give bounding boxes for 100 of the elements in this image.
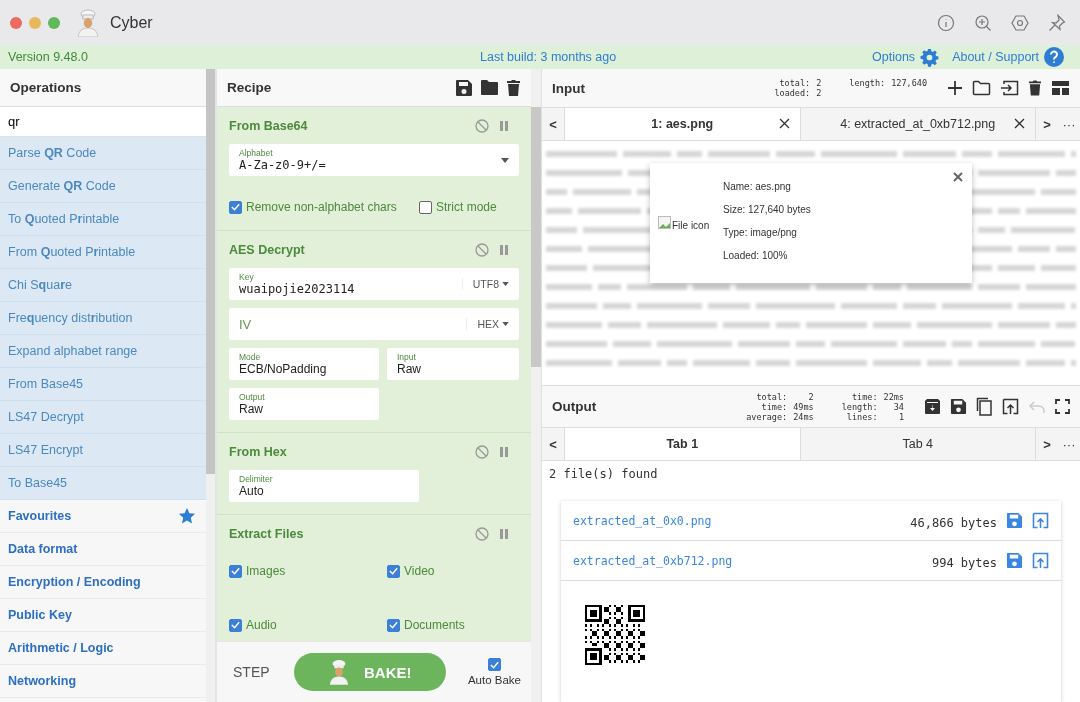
operation-item[interactable]: LS47 Decrypt xyxy=(0,401,206,434)
checkbox[interactable] xyxy=(487,658,501,671)
layout-icon[interactable] xyxy=(1051,80,1070,96)
encoding-dropdown[interactable]: UTF8 xyxy=(461,278,509,290)
input-tab[interactable]: 4: extracted_at_0xb712.png xyxy=(799,108,1036,140)
close-icon[interactable] xyxy=(778,118,790,129)
save-icon[interactable] xyxy=(455,78,473,97)
folder-icon[interactable] xyxy=(972,80,991,96)
input-tab[interactable]: 1: aes.png xyxy=(564,108,800,140)
trash-icon[interactable] xyxy=(506,78,521,97)
category-item[interactable]: Public Key xyxy=(8,608,72,622)
file-link[interactable]: extracted_at_0x0.png xyxy=(573,513,712,528)
info-icon[interactable] xyxy=(937,13,955,32)
operation-item[interactable]: Expand alphabet range xyxy=(0,335,206,368)
disable-icon[interactable] xyxy=(475,445,489,459)
copy-icon[interactable] xyxy=(976,397,993,416)
pin-icon[interactable] xyxy=(1048,13,1066,32)
category-item[interactable]: Arithmetic / Logic xyxy=(8,641,114,655)
field-value: Auto xyxy=(239,484,265,498)
operation-item[interactable]: To Base45 xyxy=(0,467,206,500)
last-build-link[interactable]: Last build: 3 months ago xyxy=(480,50,617,64)
stat-label: lines: xyxy=(846,411,878,422)
operation-item[interactable]: From Base45 xyxy=(0,368,206,401)
operation-item[interactable]: From Quoted Printable xyxy=(0,236,206,269)
plus-icon[interactable] xyxy=(947,80,963,96)
checkbox[interactable] xyxy=(387,618,400,632)
text-field[interactable]: Output Raw xyxy=(229,388,379,420)
pause-icon[interactable] xyxy=(499,528,509,540)
operation-item[interactable]: Parse QR Code xyxy=(0,137,206,170)
scrollbar[interactable] xyxy=(531,107,541,367)
previous-tab-button[interactable]: < xyxy=(542,428,564,460)
previous-tab-button[interactable]: < xyxy=(542,108,564,140)
close-icon[interactable] xyxy=(953,172,963,182)
star-icon[interactable] xyxy=(178,507,196,525)
close-icon[interactable] xyxy=(1014,118,1025,129)
field-label: Delimiter xyxy=(239,474,274,484)
text-field[interactable]: IV HEX xyxy=(229,308,519,340)
zoom-in-icon[interactable] xyxy=(974,13,992,32)
file-link[interactable]: extracted_at_0xb712.png xyxy=(573,553,733,568)
operation-item[interactable]: To Quoted Printable xyxy=(0,203,206,236)
operation-item[interactable]: LS47 Encrypt xyxy=(0,434,206,467)
text-field[interactable]: Mode ECB/NoPadding xyxy=(229,348,379,380)
stat-label: total: xyxy=(755,391,788,402)
checkbox[interactable] xyxy=(229,200,242,214)
pause-icon[interactable] xyxy=(499,120,509,132)
checkbox[interactable] xyxy=(229,564,242,578)
more-button[interactable]: ··· xyxy=(1058,108,1080,140)
operation-item[interactable]: Chi Square xyxy=(0,269,206,302)
text-field[interactable]: Input Raw xyxy=(387,348,519,380)
file-size: 994 bytes xyxy=(931,555,997,570)
next-tab-button[interactable]: > xyxy=(1036,428,1058,460)
operation-title: AES Decrypt xyxy=(229,243,305,257)
caret-icon xyxy=(502,322,509,326)
disable-icon[interactable] xyxy=(475,527,489,541)
close-window-button[interactable] xyxy=(10,16,22,29)
checkbox[interactable] xyxy=(419,200,432,214)
next-tab-button[interactable]: > xyxy=(1036,108,1058,140)
scrollbar[interactable] xyxy=(206,69,215,474)
category-item[interactable]: Encryption / Encoding xyxy=(8,575,141,589)
field-value: ECB/NoPadding xyxy=(239,362,328,376)
text-field[interactable]: Key wuaipojie2023114 UTF8 xyxy=(229,268,519,300)
field-value: Raw xyxy=(397,362,422,376)
checkbox[interactable] xyxy=(387,564,400,578)
help-icon[interactable] xyxy=(1044,47,1064,67)
alphabet-dropdown[interactable]: Alphabet A-Za-z0-9+/= xyxy=(229,144,519,176)
stat-value: 2 xyxy=(816,88,822,98)
fullscreen-icon[interactable] xyxy=(1055,399,1070,414)
text-field[interactable]: Delimiter Auto xyxy=(229,470,419,502)
category-item[interactable]: Data format xyxy=(8,542,78,556)
gear-icon[interactable] xyxy=(920,47,940,67)
options-link[interactable]: Options xyxy=(872,50,916,64)
search-field[interactable]: qr xyxy=(0,107,206,137)
operation-item[interactable]: Frequency distribution xyxy=(0,302,206,335)
encoding-dropdown[interactable]: HEX xyxy=(466,318,509,330)
disable-icon[interactable] xyxy=(475,243,489,257)
more-button[interactable]: ··· xyxy=(1058,428,1080,460)
output-tab[interactable]: Tab 1 xyxy=(564,428,800,460)
broken-image-icon xyxy=(658,215,672,230)
save-icon[interactable] xyxy=(950,398,967,415)
disable-icon[interactable] xyxy=(475,119,489,133)
pause-icon[interactable] xyxy=(499,446,509,458)
download-icon[interactable] xyxy=(924,398,941,415)
trash-icon[interactable] xyxy=(1028,79,1042,97)
chef-icon xyxy=(76,8,100,37)
folder-icon[interactable] xyxy=(480,79,499,96)
step-button[interactable]: STEP xyxy=(233,664,270,680)
bake-button[interactable]: BAKE! xyxy=(293,653,446,691)
category-item[interactable]: Favourites xyxy=(8,509,72,523)
output-tab[interactable]: Tab 4 xyxy=(799,428,1036,460)
version-label: Version 9.48.0 xyxy=(8,50,88,64)
stat-label: time: xyxy=(850,391,878,402)
checkbox[interactable] xyxy=(229,618,242,632)
upload-icon[interactable] xyxy=(1002,398,1019,415)
pause-icon[interactable] xyxy=(499,244,509,256)
settings-icon[interactable] xyxy=(1011,13,1029,32)
maximize-window-button[interactable] xyxy=(48,16,60,29)
operation-item[interactable]: Generate QR Code xyxy=(0,170,206,203)
import-icon[interactable] xyxy=(1000,80,1019,96)
about-support-link[interactable]: About / Support xyxy=(952,50,1039,64)
category-item[interactable]: Networking xyxy=(8,674,77,688)
